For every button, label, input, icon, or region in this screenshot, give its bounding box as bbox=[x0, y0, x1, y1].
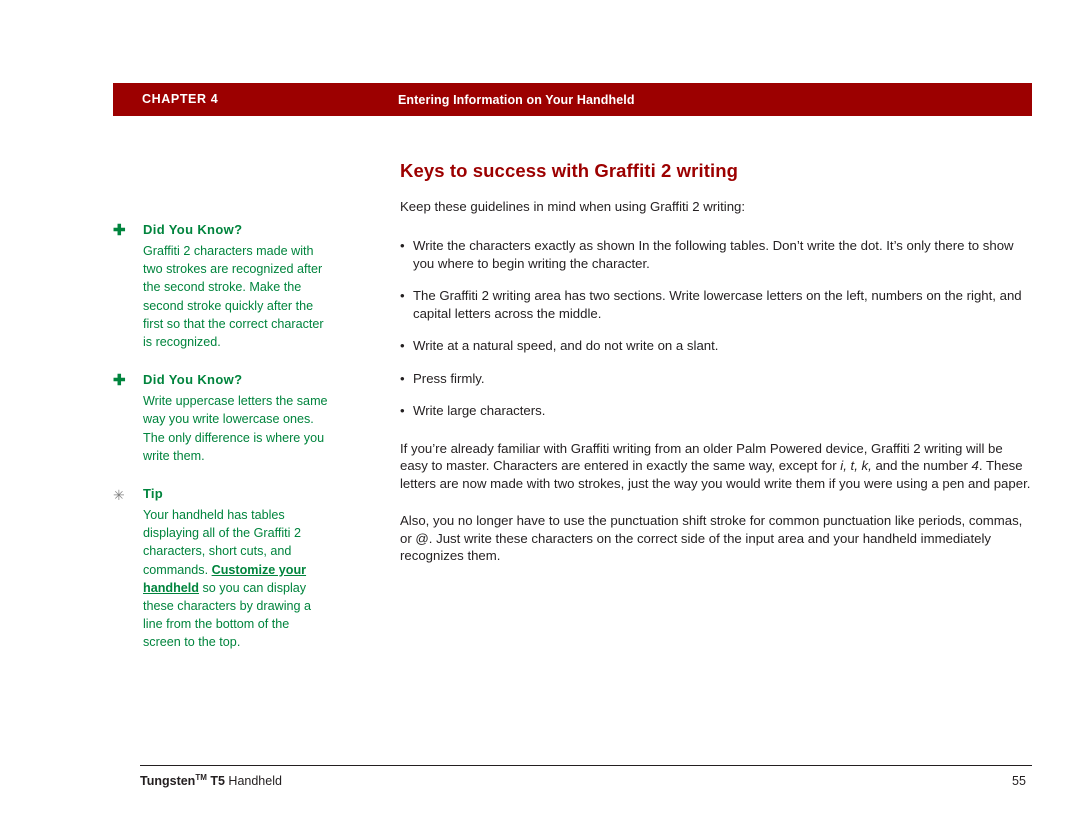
sidebar-note-tip: ✳ Tip Your handheld has tables displayin… bbox=[113, 486, 328, 652]
footer-product-bold: Tungsten bbox=[140, 774, 196, 789]
list-item: • Write at a natural speed, and do not wr… bbox=[400, 337, 1032, 355]
main-content: Keys to success with Graffiti 2 writing … bbox=[400, 160, 1032, 578]
list-item-text: Press firmly. bbox=[413, 370, 485, 386]
sidebar-note-body: Write uppercase letters the same way you… bbox=[143, 394, 328, 463]
sidebar-note-heading: Did You Know? bbox=[143, 222, 243, 237]
bullet-dot-icon: • bbox=[400, 288, 405, 303]
list-item-text: The Graffiti 2 writing area has two sect… bbox=[413, 288, 1022, 321]
sidebar-note-did-you-know-2: ✚ Did You Know? Write uppercase letters … bbox=[113, 372, 328, 465]
sidebar-note-heading: Tip bbox=[143, 486, 163, 502]
header-chapter-label: CHAPTER 4 bbox=[142, 92, 219, 106]
list-item-text: Write large characters. bbox=[413, 403, 546, 418]
footer-product-name: TungstenTM T5 Handheld bbox=[140, 773, 282, 788]
asterisk-icon: ✳ bbox=[113, 487, 125, 504]
paragraph-punctuation: Also, you no longer have to use the punc… bbox=[400, 513, 1023, 563]
page-title: Keys to success with Graffiti 2 writing bbox=[400, 160, 739, 181]
sidebar-note-body: Graffiti 2 characters made with two stro… bbox=[143, 244, 324, 350]
sidebar-notes: ✚ Did You Know? Graffiti 2 characters ma… bbox=[113, 222, 328, 673]
paragraph-part-b: and the number bbox=[871, 458, 972, 473]
footer-product-suffix: Handheld bbox=[224, 774, 282, 789]
bullet-dot-icon: • bbox=[400, 338, 405, 353]
intro-paragraph: Keep these guidelines in mind when using… bbox=[400, 199, 746, 214]
header-section-title: Entering Information on Your Handheld bbox=[398, 93, 635, 107]
paragraph-graffiti-familiarity: If you’re already familiar with Graffiti… bbox=[400, 440, 1032, 493]
plus-icon: ✚ bbox=[113, 372, 126, 390]
sidebar-note-heading: Did You Know? bbox=[143, 372, 243, 388]
list-item: • Write the characters exactly as shown I… bbox=[400, 237, 1032, 272]
list-item: • Press firmly. bbox=[400, 370, 1032, 388]
bullet-dot-icon: • bbox=[400, 238, 405, 253]
list-item-text: Write the characters exactly as shown In… bbox=[413, 238, 1014, 271]
page-number: 55 bbox=[1012, 774, 1026, 788]
trademark-icon: TM bbox=[195, 773, 207, 782]
bullet-dot-icon: • bbox=[400, 370, 405, 386]
list-item: • Write large characters. bbox=[400, 402, 1032, 420]
paragraph-italic-number: 4 bbox=[971, 458, 979, 473]
bullet-dot-icon: • bbox=[400, 403, 405, 418]
footer-product-model: T5 bbox=[206, 774, 225, 789]
plus-icon: ✚ bbox=[113, 222, 126, 239]
footer-divider bbox=[140, 765, 1032, 766]
page-header-bar: CHAPTER 4 Entering Information on Your H… bbox=[113, 83, 1032, 116]
paragraph-italic-letters: i, t, k, bbox=[840, 458, 872, 473]
list-item-text: Write at a natural speed, and do not wri… bbox=[413, 338, 719, 353]
sidebar-note-did-you-know-1: ✚ Did You Know? Graffiti 2 characters ma… bbox=[113, 222, 328, 351]
list-item: • The Graffiti 2 writing area has two sec… bbox=[400, 287, 1032, 322]
sidebar-note-body: Your handheld has tables displaying all … bbox=[143, 506, 328, 652]
guidelines-list: • Write the characters exactly as shown I… bbox=[400, 237, 1032, 420]
